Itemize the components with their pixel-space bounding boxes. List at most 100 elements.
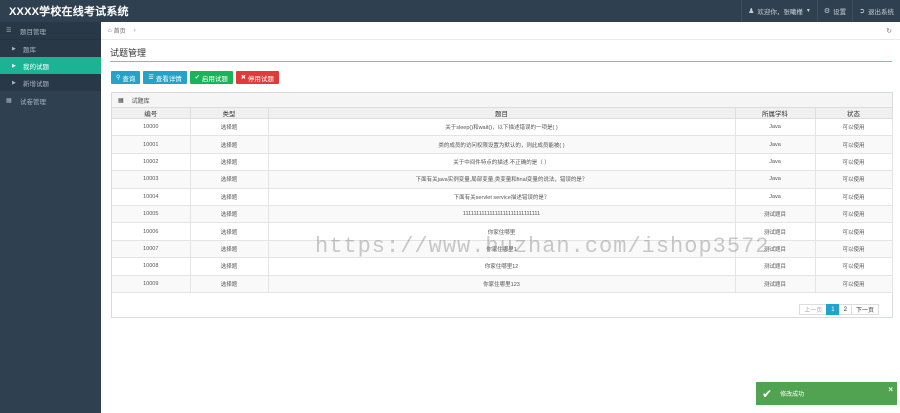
cell-type: 选择题: [190, 188, 269, 206]
home-icon: ⌂: [108, 27, 112, 34]
watermark-text: https://www.huzhan.com/ishop3572: [315, 234, 770, 259]
cell-type: 选择题: [190, 170, 269, 189]
cell-type: 选择题: [190, 118, 269, 137]
gear-icon: ⚙: [823, 8, 831, 15]
sidebar-group-question-management[interactable]: ☰ 题目管理: [0, 22, 101, 39]
sidebar-group-exam-management[interactable]: ▦ 试卷管理: [0, 92, 101, 109]
cell-subject: Java: [735, 170, 816, 189]
table-body: 10000 选择题 关于sleep()和wait()，以下描述错误的一项是( ) Ja…: [112, 118, 893, 293]
cell-status: 可以使用: [815, 135, 893, 154]
questions-table: 编号 类型 题目 所属学科 状态 10000 选择题 关于sleep()和wait(…: [112, 108, 893, 293]
column-header-id[interactable]: 编号: [112, 108, 191, 119]
enable-question-button[interactable]: ✔ 启用试题: [189, 71, 233, 84]
cell-id: 10001: [112, 135, 191, 154]
cell-status: 可以使用: [815, 188, 893, 206]
cell-subject: 测试题目: [735, 257, 816, 276]
panel-title: 试题库: [131, 98, 150, 105]
cell-subject: 测试题目: [735, 275, 816, 293]
column-header-question[interactable]: 题目: [268, 108, 736, 119]
cell-id: 10005: [112, 205, 191, 224]
table-header-row: 编号 类型 题目 所属学科 状态: [112, 108, 893, 119]
logout-link[interactable]: ➲ 退出系统: [852, 0, 900, 22]
query-label: 查询: [122, 75, 136, 83]
disable-question-button[interactable]: ✖ 停用试题: [235, 71, 279, 84]
chevron-right-icon: ▶: [12, 79, 16, 86]
sidebar-item-add-question[interactable]: ▶ 新增试题: [0, 74, 101, 91]
table-row[interactable]: 10008 选择题 你家住哪里12 测试题目 可以使用: [112, 257, 893, 276]
breadcrumb-separator-icon: ›: [133, 27, 136, 34]
cell-status: 可以使用: [815, 240, 893, 259]
bars-icon: ▦: [118, 97, 124, 104]
cell-subject: Java: [735, 135, 816, 154]
sidebar: ☰ 题目管理 ▶ 题库 ▶ 我的试题 ▶ 新增试题 ▦ 试卷管理: [0, 22, 101, 413]
table-row[interactable]: 10001 选择题 类的成员的访问权限设置为默认的，则此成员能被( ) Java 可以使…: [112, 135, 893, 154]
next-page-button[interactable]: 下一页: [850, 304, 879, 315]
app-title: XXXX学校在线考试系统: [9, 6, 129, 18]
cell-status: 可以使用: [815, 257, 893, 276]
table-row[interactable]: 10003 选择题 下面有关java实例变量,局部变量,类变量和final变量的说法…: [112, 170, 893, 189]
cell-id: 10002: [112, 153, 191, 172]
column-header-subject[interactable]: 所属学科: [735, 108, 816, 119]
breadcrumb-home[interactable]: 首页: [114, 26, 126, 35]
caret-down-icon: ▼: [805, 8, 811, 14]
cell-id: 10004: [112, 188, 191, 206]
cell-question: 你家住哪里12: [268, 257, 736, 276]
query-button[interactable]: ⚲ 查询: [111, 71, 141, 84]
cell-subject: 测试题目: [735, 205, 816, 224]
cell-id: 10003: [112, 170, 191, 189]
list-icon: ☰: [148, 75, 154, 81]
breadcrumb: ⌂ 首页 › ↻: [101, 22, 900, 40]
disable-question-label: 停用试题: [247, 75, 274, 83]
welcome-text: 欢迎你，张曦槿: [757, 9, 803, 16]
cell-question: 下面有关servlet service描述错误的是？: [268, 188, 736, 206]
cell-question: 关于中间件特点的描述.不正确的是（ ）: [268, 153, 736, 172]
table-row[interactable]: 10009 选择题 你家住哪里123 测试题目 可以使用: [112, 275, 893, 293]
cell-type: 选择题: [190, 135, 269, 154]
sidebar-item-question-bank[interactable]: ▶ 题库: [0, 40, 101, 57]
sidebar-group-label: 试卷管理: [20, 98, 46, 106]
cell-status: 可以使用: [815, 118, 893, 137]
cell-type: 选择题: [190, 257, 269, 276]
sidebar-item-my-questions[interactable]: ▶ 我的试题: [0, 57, 101, 74]
enable-question-label: 启用试题: [201, 75, 228, 83]
cell-subject: Java: [735, 118, 816, 137]
sidebar-item-label: 我的试题: [23, 63, 49, 71]
table-row[interactable]: 10000 选择题 关于sleep()和wait()，以下描述错误的一项是( ) Ja…: [112, 118, 893, 137]
settings-link[interactable]: ⚙ 设置: [816, 0, 852, 22]
search-icon: ⚲: [116, 75, 121, 81]
pagination: 上一页 1 2 下一页: [799, 304, 879, 315]
prev-page-button[interactable]: 上一页: [799, 304, 828, 315]
view-details-button[interactable]: ☰ 查看详情: [143, 71, 187, 84]
cell-status: 可以使用: [815, 205, 893, 224]
user-menu[interactable]: ♟ 欢迎你，张曦槿 ▼: [741, 0, 817, 22]
success-toast: ✔ 修改成功 ×: [756, 382, 897, 405]
cell-id: 10007: [112, 240, 191, 259]
main-content: ⌂ 首页 › ↻ 试题管理 ⚲ 查询 ☰ 查看详情 ✔ 启用试题 ✖ 停用试题 …: [101, 22, 900, 413]
sidebar-group-label: 题目管理: [20, 28, 46, 36]
page-title: 试题管理: [110, 48, 147, 58]
logout-label: 退出系统: [868, 9, 894, 16]
cell-status: 可以使用: [815, 170, 893, 189]
column-header-status[interactable]: 状态: [815, 108, 893, 119]
cell-id: 10008: [112, 257, 191, 276]
title-divider: [110, 61, 892, 62]
refresh-icon[interactable]: ↻: [886, 27, 892, 35]
toast-close-button[interactable]: ×: [888, 385, 893, 394]
panel-header: ▦ 试题库: [112, 93, 892, 108]
check-icon: ✔: [762, 386, 773, 401]
cell-question: 下面有关java实例变量,局部变量,类变量和final变量的说法，错误的是？: [268, 170, 736, 189]
page-2-button[interactable]: 2: [838, 304, 852, 315]
top-navbar: XXXX学校在线考试系统 ♟ 欢迎你，张曦槿 ▼ ⚙ 设置 ➲ 退出系统: [0, 0, 900, 22]
page-1-button[interactable]: 1: [826, 304, 840, 315]
column-header-type[interactable]: 类型: [190, 108, 269, 119]
settings-label: 设置: [833, 9, 847, 16]
toast-message: 修改成功: [780, 392, 805, 398]
cell-id: 10009: [112, 275, 191, 293]
table-row[interactable]: 10004 选择题 下面有关servlet service描述错误的是？ Java 可以…: [112, 188, 893, 206]
cell-type: 选择题: [190, 205, 269, 224]
table-row[interactable]: 10005 选择题 11111111111111111111111111111 测试题…: [112, 205, 893, 224]
top-right-menu: ♟ 欢迎你，张曦槿 ▼ ⚙ 设置 ➲ 退出系统: [741, 0, 900, 22]
table-row[interactable]: 10002 选择题 关于中间件特点的描述.不正确的是（ ） Java 可以使用: [112, 153, 893, 172]
cell-question: 类的成员的访问权限设置为默认的，则此成员能被( ): [268, 135, 736, 154]
cell-question: 11111111111111111111111111111: [268, 205, 736, 224]
